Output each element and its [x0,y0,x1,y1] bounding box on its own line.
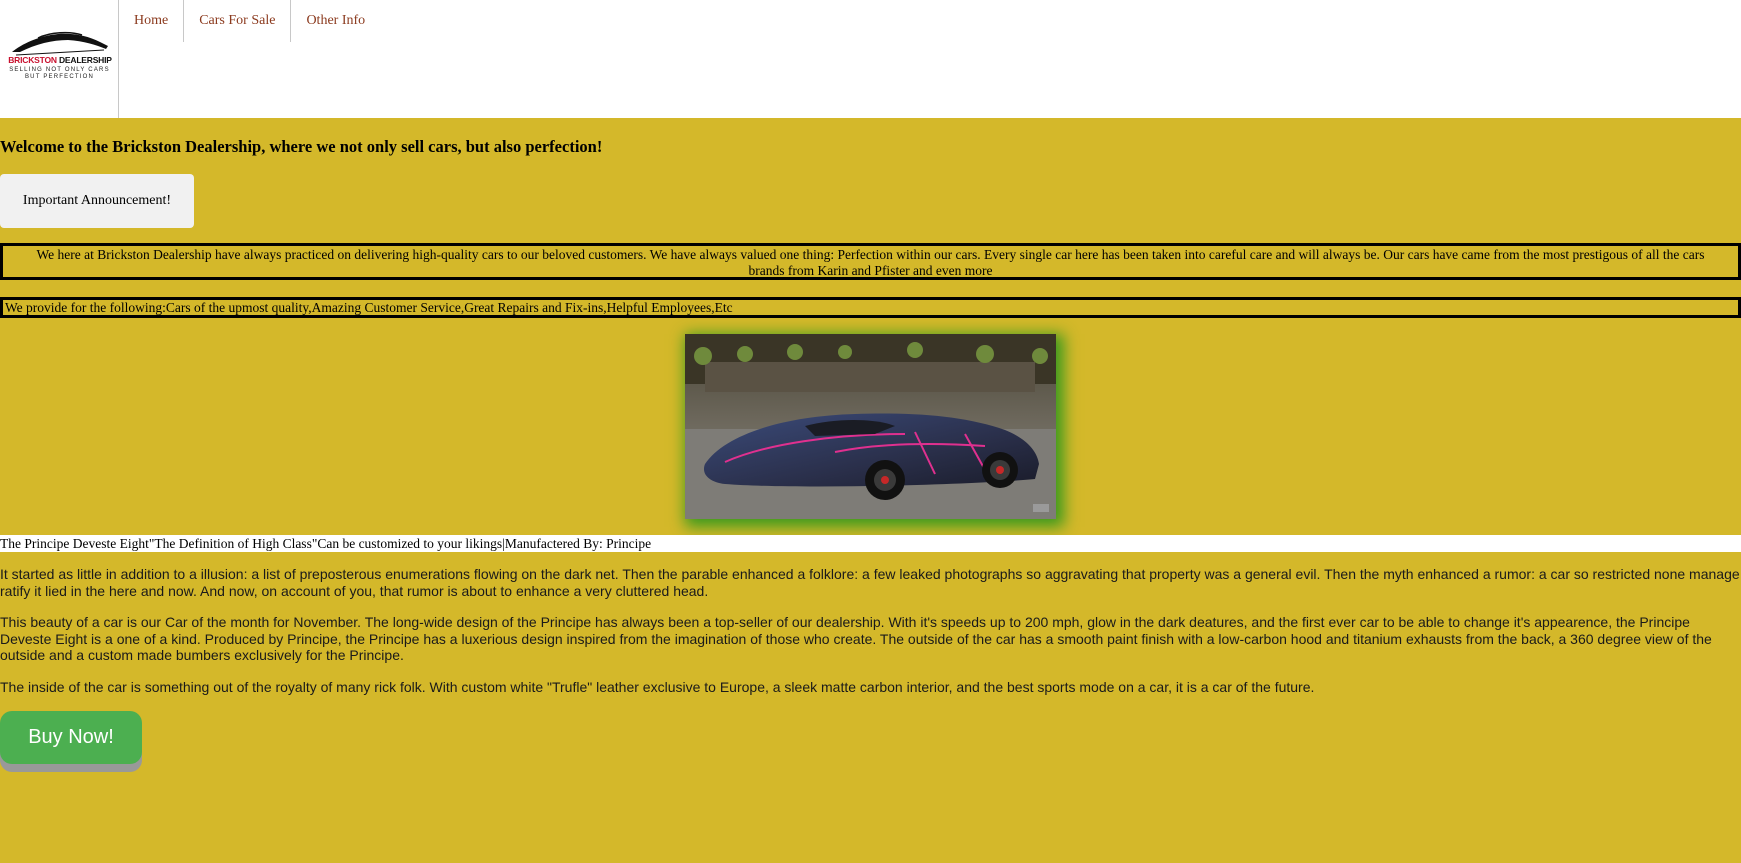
logo[interactable]: BRICKSTON DEALERSHIP SELLING NOT ONLY CA… [0,0,119,118]
logo-title: BRICKSTON DEALERSHIP [8,55,112,65]
car-silhouette-icon [12,31,108,56]
car-photo [685,334,1056,519]
important-announcement-button[interactable]: Important Announcement! [0,174,194,228]
nav-cars-for-sale[interactable]: Cars For Sale [184,0,292,42]
nav-other-info[interactable]: Other Info [291,0,380,42]
featured-car-image [685,334,1056,519]
car-caption: The Principe Deveste Eight"The Definitio… [0,535,1741,552]
car-description-2: This beauty of a car is our Car of the m… [0,614,1712,663]
header-bar: BRICKSTON DEALERSHIP SELLING NOT ONLY CA… [0,0,1741,118]
logo-tagline: SELLING NOT ONLY CARS BUT PERFECTION [9,67,110,80]
car-description-1: It started as little in addition to a il… [0,566,1740,599]
nav-home[interactable]: Home [119,0,185,42]
services-box: We provide for the following:Cars of the… [0,297,1741,318]
main-nav: Home Cars For Sale Other Info [119,0,380,42]
buy-now-button[interactable]: Buy Now! [0,711,142,764]
car-description-3: The inside of the car is something out o… [0,679,1315,695]
welcome-heading: Welcome to the Brickston Dealership, whe… [0,137,603,156]
intro-box: We here at Brickston Dealership have alw… [0,243,1741,280]
